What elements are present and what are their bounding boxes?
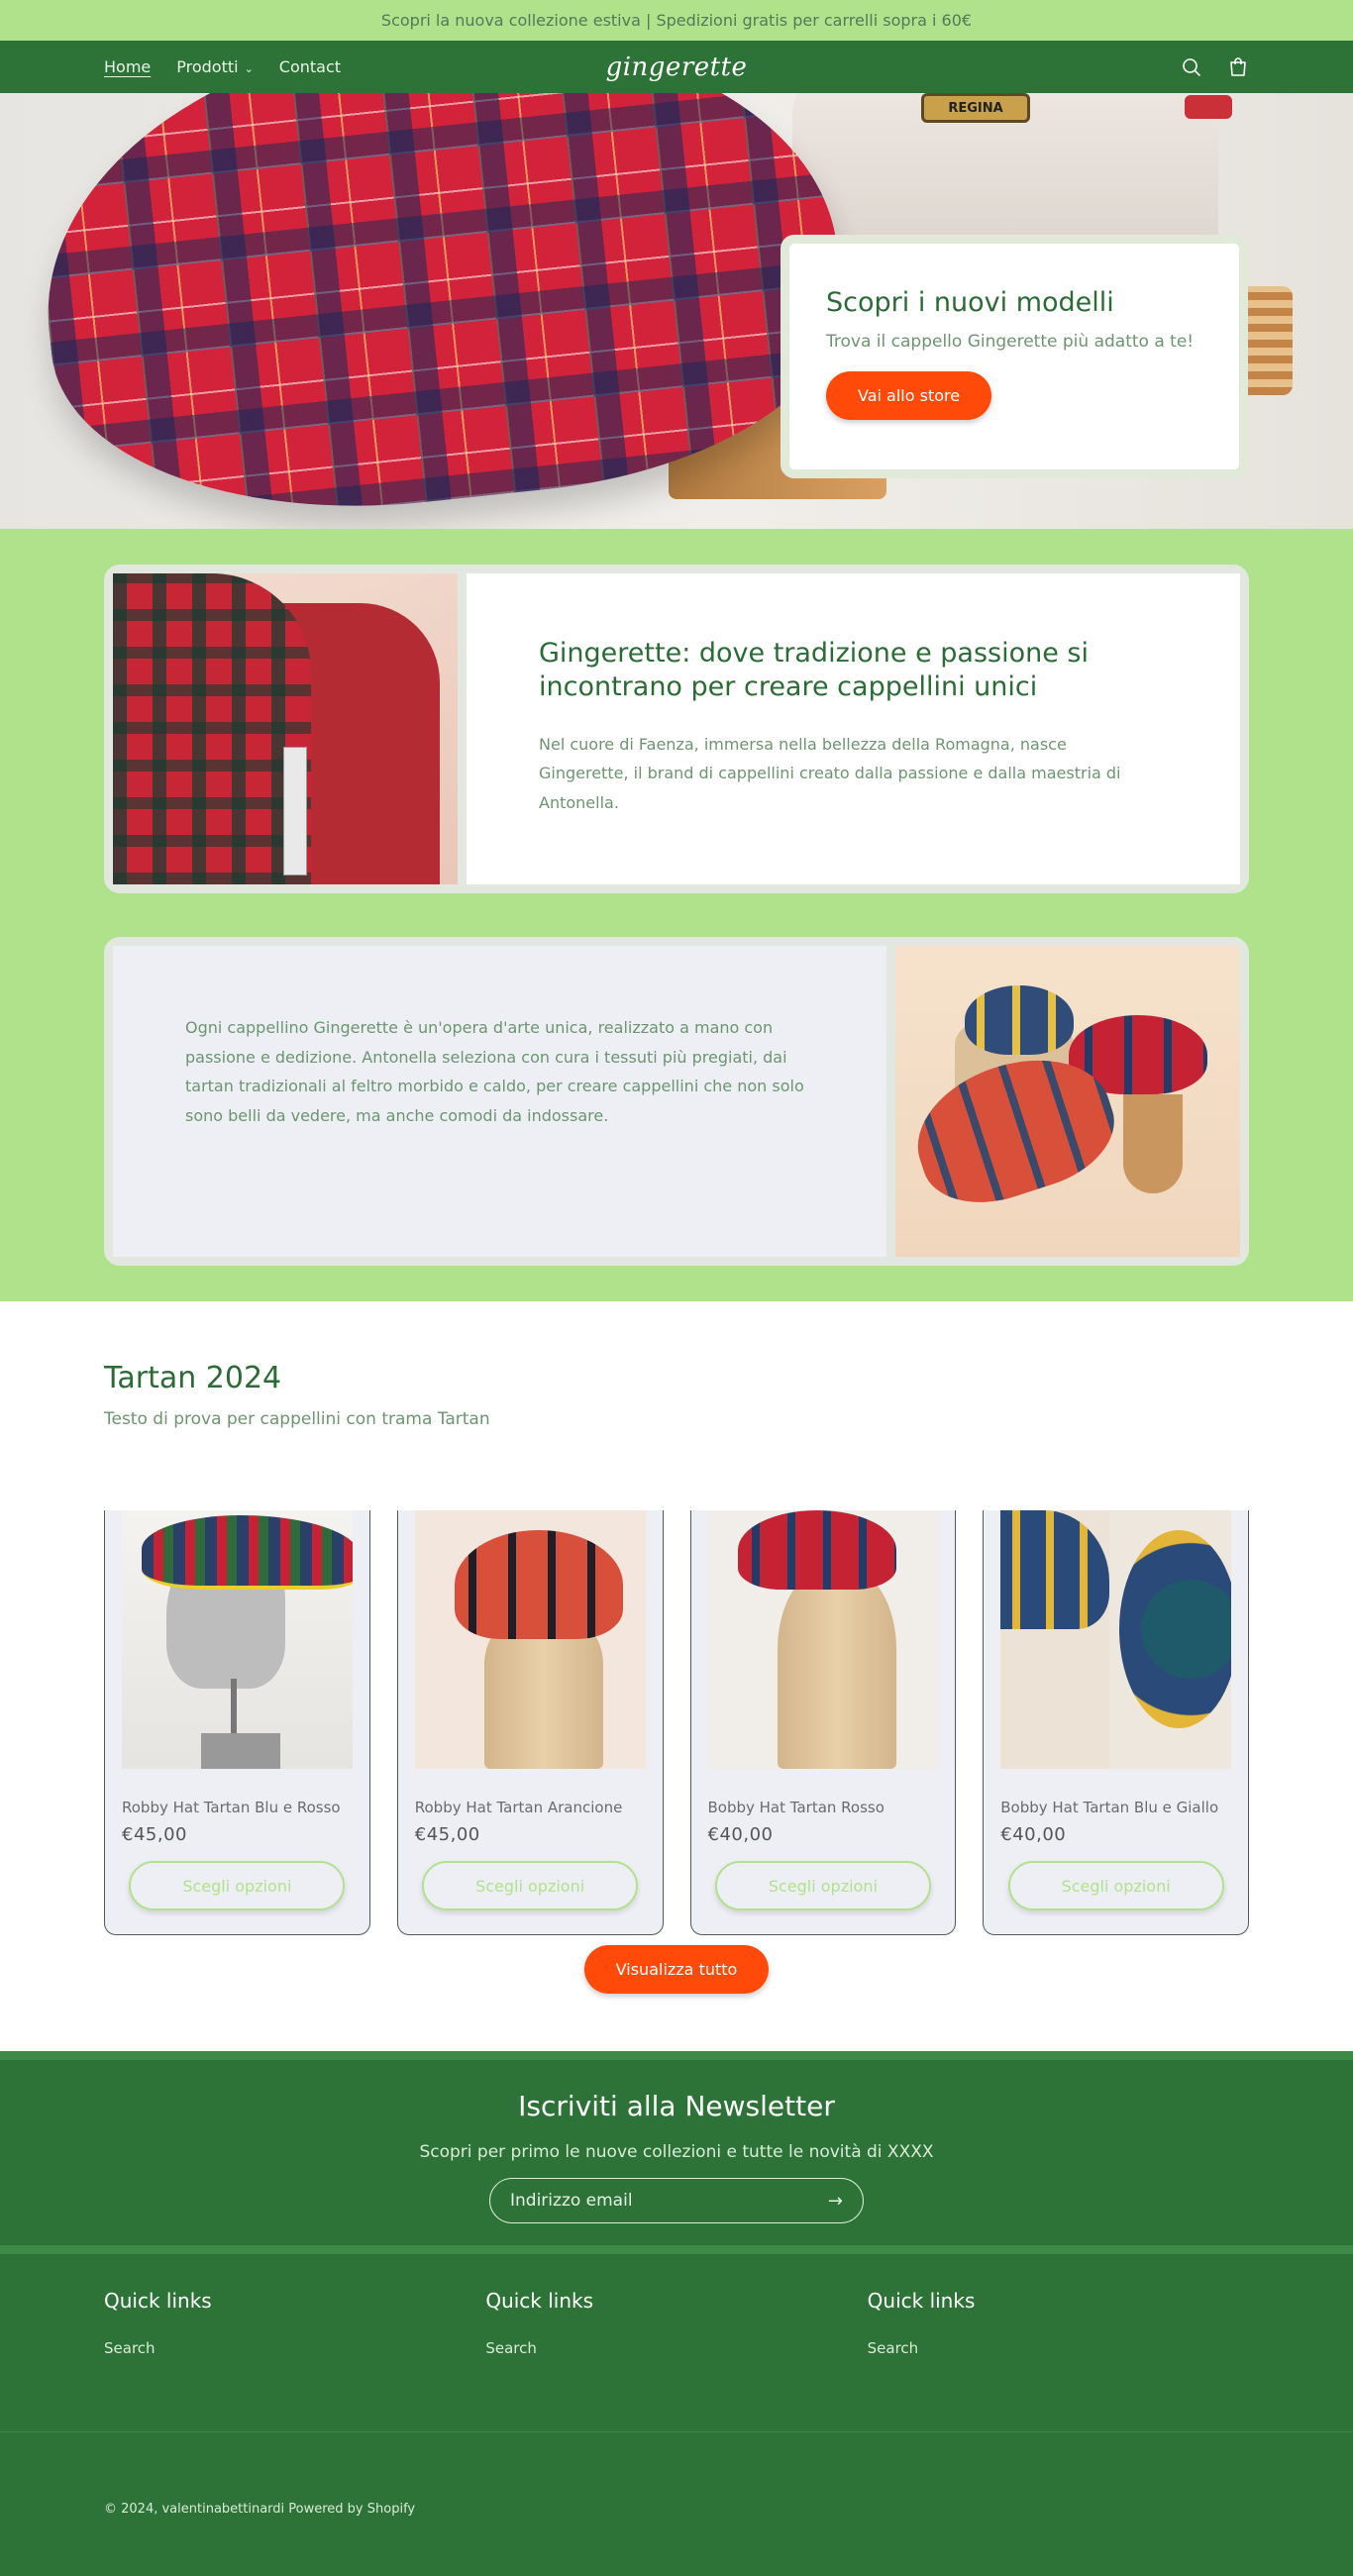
stand-pole xyxy=(231,1679,237,1738)
craft-text-block: Ogni cappellino Gingerette è un'opera d'… xyxy=(113,946,886,1257)
wooden-head xyxy=(777,1570,896,1769)
newsletter-section: Iscriviti alla Newsletter Scopri per pri… xyxy=(0,2051,1353,2254)
email-placeholder[interactable]: Indirizzo email xyxy=(510,2191,828,2211)
footer-column: Quick links Search xyxy=(485,2289,867,2357)
footer-links: Quick links Search Quick links Search Qu… xyxy=(104,2289,1249,2357)
product-name[interactable]: Bobby Hat Tartan Rosso xyxy=(708,1799,939,1816)
site-logo[interactable]: gingerette xyxy=(606,52,748,82)
chevron-down-icon: ⌄ xyxy=(244,62,254,75)
hero-card: Scopri i nuovi modelli Trova il cappello… xyxy=(781,235,1248,478)
product-image[interactable] xyxy=(122,1510,353,1769)
main-nav: Home Prodotti ⌄ Contact xyxy=(104,57,341,76)
wooden-stand-small xyxy=(1123,1094,1183,1193)
footer-column-title: Quick links xyxy=(104,2289,212,2313)
site-header: Home Prodotti ⌄ Contact gingerette xyxy=(0,41,1353,93)
site-footer: Quick links Search Quick links Search Qu… xyxy=(0,2254,1353,2576)
announcement-bar: Scopri la nuova collezione estiva | Sped… xyxy=(0,0,1353,41)
footer-link-search[interactable]: Search xyxy=(485,2339,537,2357)
choose-options-button[interactable]: Scegli opzioni xyxy=(422,1861,639,1910)
footer-link-search[interactable]: Search xyxy=(868,2339,919,2357)
tartan-fabric xyxy=(113,573,311,884)
product-card[interactable]: Robby Hat Tartan Arancione €45,00 Scegli… xyxy=(396,1510,664,1935)
product-name[interactable]: Bobby Hat Tartan Blu e Giallo xyxy=(1000,1799,1231,1816)
nav-home[interactable]: Home xyxy=(104,57,151,76)
mannequin-image xyxy=(113,573,458,884)
product-card[interactable]: Robby Hat Tartan Blu e Rosso €45,00 Sceg… xyxy=(104,1510,370,1935)
product-name[interactable]: Robby Hat Tartan Arancione xyxy=(415,1799,646,1816)
choose-options-button[interactable]: Scegli opzioni xyxy=(714,1861,931,1910)
arrow-right-icon[interactable]: → xyxy=(828,2191,843,2212)
header-icons xyxy=(1182,56,1249,78)
nav-contact[interactable]: Contact xyxy=(279,57,341,76)
product-price: €45,00 xyxy=(122,1824,187,1845)
collection-section: Tartan 2024 Testo di prova per cappellin… xyxy=(0,1301,1353,2051)
cap-shape xyxy=(737,1510,896,1590)
product-name[interactable]: Robby Hat Tartan Blu e Rosso xyxy=(122,1799,353,1816)
product-image[interactable] xyxy=(1000,1510,1231,1769)
view-all-button[interactable]: Visualizza tutto xyxy=(583,1945,770,1994)
store-button[interactable]: Vai allo store xyxy=(826,371,992,420)
craft-text: Ogni cappellino Gingerette è un'opera d'… xyxy=(185,1018,804,1125)
story-text: Nel cuore di Faenza, immersa nella belle… xyxy=(539,734,1121,812)
product-price: €40,00 xyxy=(707,1824,774,1845)
footer-column-title: Quick links xyxy=(867,2289,976,2313)
product-card[interactable]: Bobby Hat Tartan Blu e Giallo €40,00 Sce… xyxy=(983,1510,1249,1935)
stand-base xyxy=(201,1733,280,1769)
cap-lining xyxy=(1119,1530,1231,1728)
story-card-tradition: Gingerette: dove tradizione e passione s… xyxy=(104,565,1249,893)
newsletter-title: Iscriviti alla Newsletter xyxy=(518,2090,835,2122)
product-image[interactable] xyxy=(707,1510,939,1769)
story-card-craft: Ogni cappellino Gingerette è un'opera d'… xyxy=(104,937,1249,1266)
about-section: Gingerette: dove tradizione e passione s… xyxy=(0,529,1353,1301)
view-all-wrapper: Visualizza tutto xyxy=(104,1945,1249,1994)
hero-banner: REGINA Scopri i nuovi modelli Trova il c… xyxy=(0,93,1353,529)
announcement-text: Scopri la nuova collezione estiva | Sped… xyxy=(380,11,973,30)
copyright-text: © 2024, valentinabettinardi Powered by S… xyxy=(104,2502,416,2517)
product-card[interactable]: Bobby Hat Tartan Rosso €40,00 Scegli opz… xyxy=(689,1510,957,1935)
cart-icon[interactable] xyxy=(1227,56,1249,78)
cap-shape xyxy=(142,1515,353,1590)
wooden-head xyxy=(483,1619,603,1769)
hero-title: Scopri i nuovi modelli xyxy=(826,287,1114,318)
footer-column: Quick links Search xyxy=(868,2289,1249,2357)
story-text-block: Gingerette: dove tradizione e passione s… xyxy=(467,573,1240,884)
footer-divider xyxy=(0,2431,1353,2432)
search-icon[interactable] xyxy=(1182,57,1201,77)
footer-column-title: Quick links xyxy=(485,2289,594,2313)
footer-column: Quick links Search xyxy=(104,2289,485,2357)
machine-knob xyxy=(1185,95,1232,119)
product-image[interactable] xyxy=(414,1510,646,1769)
newsletter-text: Scopri per primo le nuove collezioni e t… xyxy=(419,2142,934,2162)
machine-plate: REGINA xyxy=(921,93,1030,123)
nav-prodotti[interactable]: Prodotti ⌄ xyxy=(176,57,254,76)
cap-blue-yellow xyxy=(965,985,1074,1055)
collection-title: Tartan 2024 xyxy=(104,1361,282,1395)
product-price: €40,00 xyxy=(1000,1824,1067,1845)
measuring-tape xyxy=(283,747,307,876)
choose-options-button[interactable]: Scegli opzioni xyxy=(1007,1861,1224,1910)
nav-prodotti-label: Prodotti xyxy=(176,57,239,76)
choose-options-button[interactable]: Scegli opzioni xyxy=(129,1861,346,1910)
caps-image xyxy=(895,946,1240,1257)
product-price: €45,00 xyxy=(414,1824,480,1845)
collection-subtitle: Testo di prova per cappellini con trama … xyxy=(104,1409,490,1429)
email-field[interactable]: Indirizzo email → xyxy=(489,2178,864,2223)
footer-link-search[interactable]: Search xyxy=(104,2339,156,2357)
hero-text: Trova il cappello Gingerette più adatto … xyxy=(826,332,1195,352)
cap-shape xyxy=(454,1530,623,1639)
story-title: Gingerette: dove tradizione e passione s… xyxy=(539,638,1089,702)
product-grid: Robby Hat Tartan Blu e Rosso €45,00 Sceg… xyxy=(104,1510,1249,1935)
